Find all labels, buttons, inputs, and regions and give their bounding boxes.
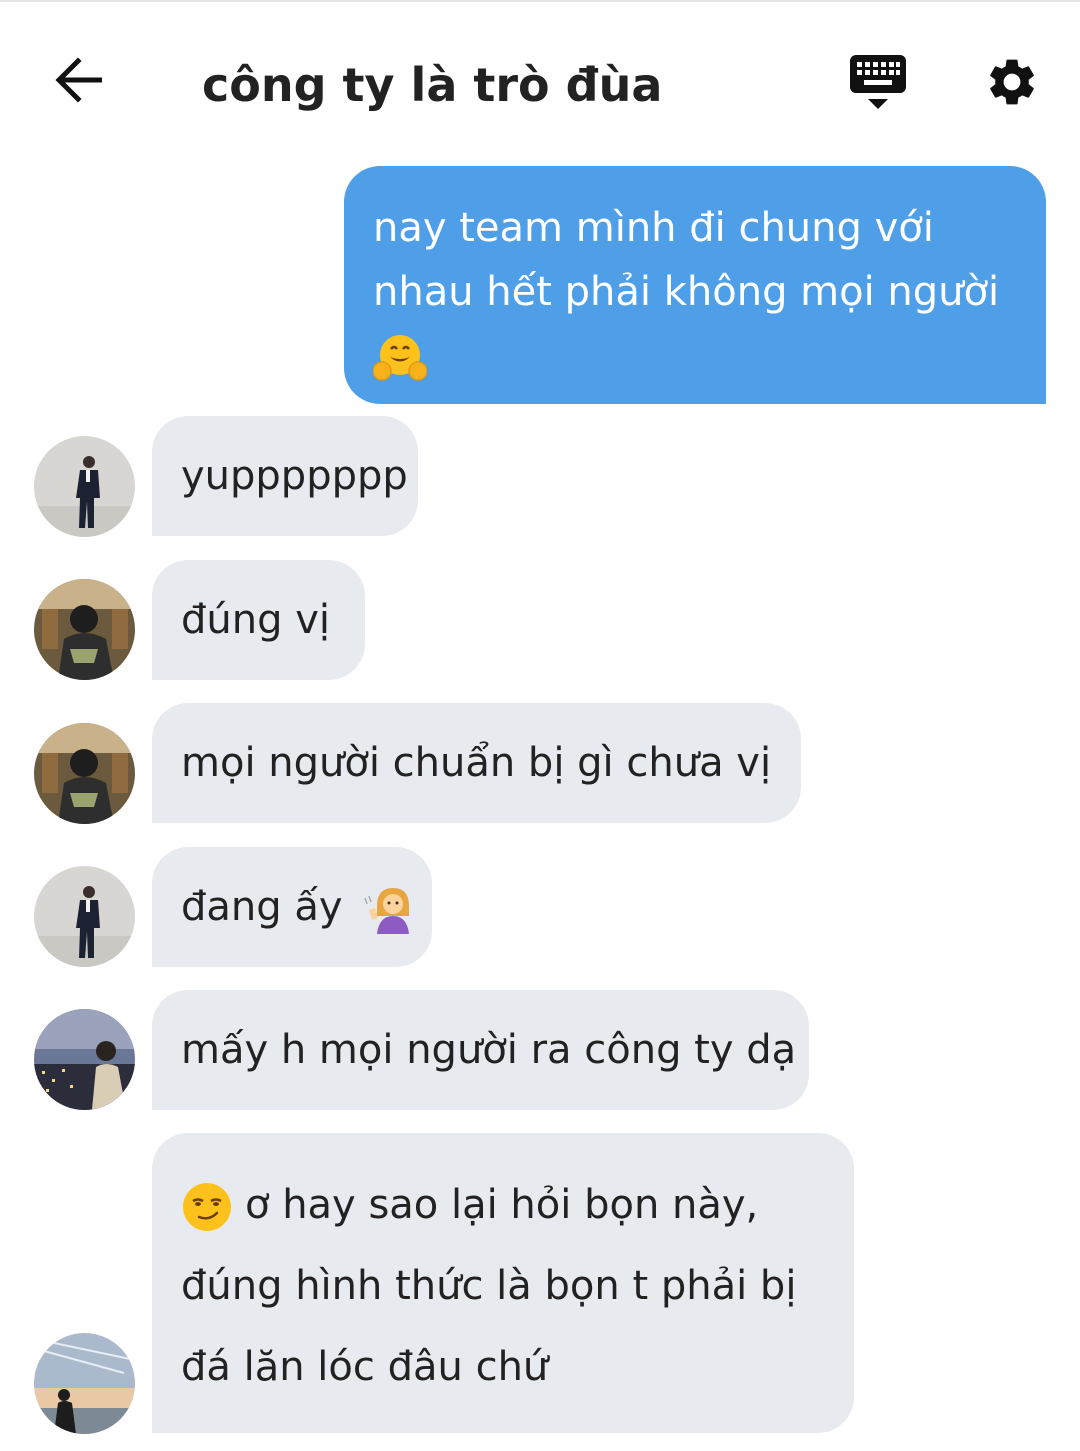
message-line: yuppppppp <box>181 453 408 499</box>
message-line: đá lăn lóc đâu chứ <box>181 1344 549 1390</box>
message-bubble-incoming[interactable]: đúng vị <box>152 560 365 680</box>
message-line: nay team mình đi chung với <box>373 205 934 251</box>
avatar[interactable] <box>34 1009 135 1110</box>
keyboard-icon <box>850 55 906 109</box>
message-bubble-incoming[interactable]: đang ấy <box>152 847 432 967</box>
avatar-suit-man <box>34 436 135 537</box>
avatar-city-night <box>34 1009 135 1110</box>
avatar[interactable] <box>34 579 135 680</box>
message-line: mấy h mọi người ra công ty dạ <box>181 1027 797 1073</box>
message-line: đúng hình thức là bọn t phải bị <box>181 1263 797 1309</box>
message-bubble-incoming[interactable]: yuppppppp <box>152 416 418 536</box>
message-bubble-outgoing[interactable]: nay team mình đi chung với nhau hết phải… <box>344 166 1046 404</box>
avatar-hooded-cafe <box>34 579 135 680</box>
person-tipping-hand-emoji <box>364 888 410 934</box>
avatar-hooded-cafe <box>34 723 135 824</box>
message-line: ơ hay sao lại hỏi bọn này, <box>245 1182 759 1228</box>
message-bubble-incoming[interactable]: mọi người chuẩn bị gì chưa vị <box>152 703 801 823</box>
message-line-wrapper: ơ hay sao lại hỏi bọn này, <box>181 1165 854 1246</box>
avatar[interactable] <box>34 866 135 967</box>
gear-icon <box>990 59 1034 105</box>
arrow-left-icon <box>55 57 102 103</box>
avatar[interactable] <box>34 436 135 537</box>
message-line: đang ấy <box>181 884 343 930</box>
message-line: nhau hết phải không mọi người <box>373 269 1000 315</box>
status-divider <box>0 0 1080 2</box>
back-button[interactable] <box>44 44 116 116</box>
hugging-face-emoji <box>373 335 427 381</box>
avatar[interactable] <box>34 1333 135 1434</box>
keyboard-button[interactable] <box>840 46 916 118</box>
avatar[interactable] <box>34 723 135 824</box>
message-line-wrapper: đang ấy <box>181 875 432 939</box>
settings-button[interactable] <box>976 46 1048 118</box>
smirking-face-emoji <box>183 1183 231 1231</box>
avatar-suit-man <box>34 866 135 967</box>
chat-title: công ty là trò đùa <box>202 58 663 112</box>
message-emoji-line <box>373 324 1020 388</box>
message-line: đúng vị <box>181 597 330 643</box>
avatar-sunset-sky <box>34 1333 135 1434</box>
message-bubble-incoming[interactable]: mấy h mọi người ra công ty dạ <box>152 990 809 1110</box>
message-bubble-incoming[interactable]: ơ hay sao lại hỏi bọn này, đúng hình thứ… <box>152 1133 854 1433</box>
message-line: mọi người chuẩn bị gì chưa vị <box>181 740 772 786</box>
chat-screen: công ty là trò đùa nay team mình đi chun… <box>0 0 1080 1451</box>
